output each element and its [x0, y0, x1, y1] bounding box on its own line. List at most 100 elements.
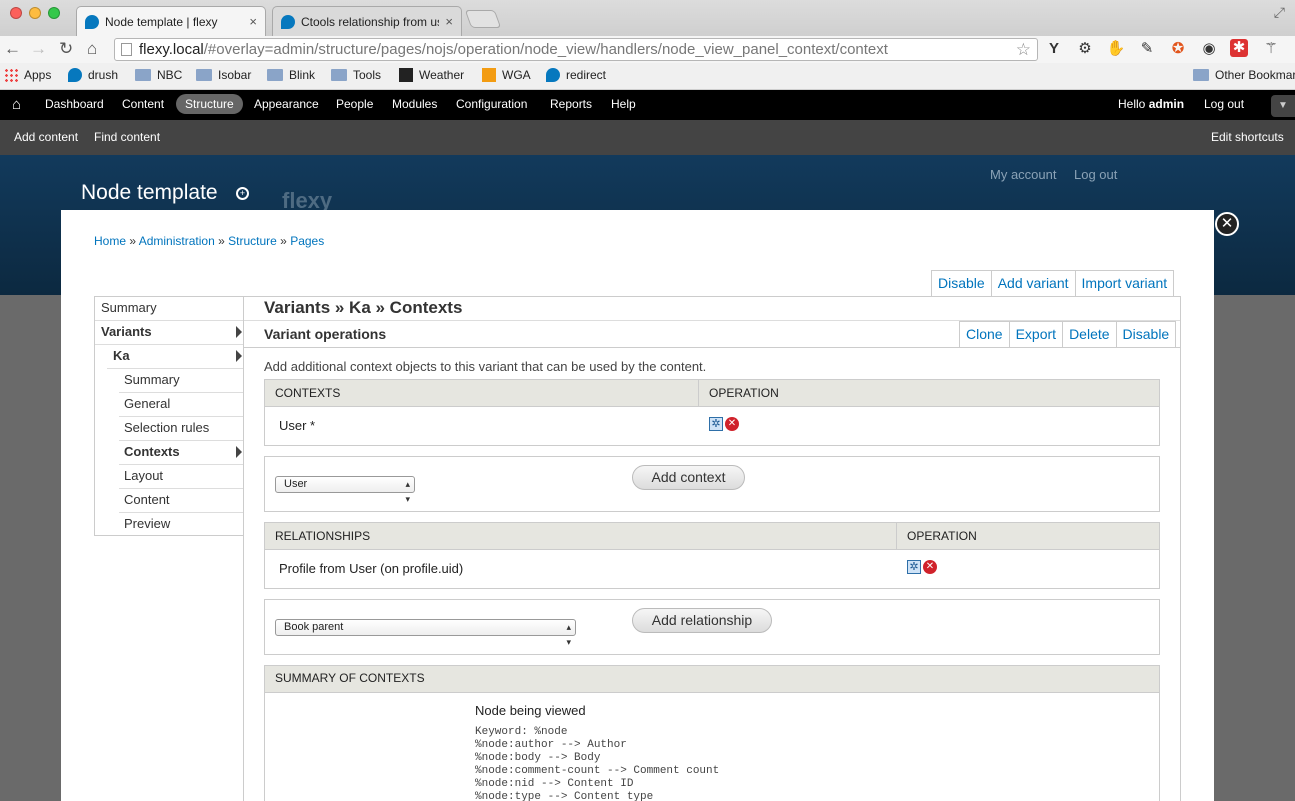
edit-shortcuts-link[interactable]: Edit shortcuts: [1211, 130, 1284, 144]
browser-tab-active[interactable]: Node template | flexy ×: [76, 6, 266, 36]
configure-gear-icon[interactable]: ✲: [907, 560, 921, 574]
export-button[interactable]: Export: [1008, 322, 1062, 347]
bookmark-tools[interactable]: Tools: [331, 68, 381, 82]
tab-close-icon[interactable]: ×: [445, 14, 453, 29]
bookmark-other[interactable]: Other Bookmarks: [1193, 68, 1295, 82]
logout-link[interactable]: Log out: [1204, 97, 1244, 111]
menu-configuration[interactable]: Configuration: [456, 97, 527, 111]
bookmark-star-icon[interactable]: ☆: [1016, 39, 1031, 60]
clone-button[interactable]: Clone: [960, 322, 1009, 347]
bookmark-apps[interactable]: Apps: [4, 68, 51, 82]
vtab-layout[interactable]: Layout: [119, 465, 244, 489]
menu-modules[interactable]: Modules: [392, 97, 437, 111]
bookmark-blink[interactable]: Blink: [267, 68, 315, 82]
relationship-type-select[interactable]: Book parent ▴ ▾: [275, 619, 576, 647]
browser-tabstrip: Node template | flexy × Ctools relations…: [0, 0, 1295, 36]
vtab-summary[interactable]: Summary: [95, 297, 244, 321]
menu-dashboard[interactable]: Dashboard: [45, 97, 104, 111]
hand-extension-icon[interactable]: ✋: [1106, 39, 1126, 59]
browser-tab[interactable]: Ctools relationship from us ×: [272, 6, 462, 36]
disable-variant-button[interactable]: Disable: [1115, 322, 1176, 347]
tab-title: Ctools relationship from us: [301, 14, 440, 29]
vtab-content[interactable]: Content: [119, 489, 244, 513]
overlay-title: Node template: [81, 181, 218, 204]
menu-appearance[interactable]: Appearance: [254, 97, 319, 111]
bookmark-isobar[interactable]: Isobar: [196, 68, 251, 82]
bookmark-redirect[interactable]: redirect: [546, 68, 606, 82]
remove-icon[interactable]: ✕: [725, 417, 739, 431]
folder-icon: [196, 69, 212, 81]
admin-toolbar: ⌂ Dashboard Content Structure Appearance…: [0, 90, 1295, 120]
menu-help[interactable]: Help: [611, 97, 636, 111]
breadcrumb: Home » Administration » Structure » Page…: [94, 234, 325, 248]
my-account-link[interactable]: My account: [990, 167, 1056, 182]
menu-content[interactable]: Content: [122, 97, 164, 111]
menu-extension-icon[interactable]: ⚚: [1261, 39, 1281, 59]
zoom-window-button[interactable]: [48, 7, 60, 19]
shortcuts-toggle-icon[interactable]: ▼: [1271, 95, 1295, 117]
menu-people[interactable]: People: [336, 97, 373, 111]
vtab-preview[interactable]: Preview: [119, 513, 244, 537]
stumbleupon-extension-icon[interactable]: ✪: [1168, 39, 1188, 59]
settings-extension-icon[interactable]: ⚙: [1075, 39, 1095, 59]
new-tab-button[interactable]: [464, 10, 502, 28]
forward-arrow-icon[interactable]: →: [30, 39, 47, 59]
menu-reports[interactable]: Reports: [550, 97, 592, 111]
vtab-selection-rules[interactable]: Selection rules: [119, 417, 244, 441]
url-path: /#overlay=admin/structure/pages/nojs/ope…: [203, 41, 888, 58]
reload-icon[interactable]: ↻: [59, 39, 73, 59]
summary-line: %node:body --> Body: [475, 752, 601, 764]
home-icon[interactable]: ⌂: [12, 96, 21, 113]
fullscreen-icon[interactable]: ⤢: [1274, 4, 1285, 21]
eyedropper-extension-icon[interactable]: ✎: [1137, 39, 1157, 59]
breadcrumb-pages[interactable]: Pages: [290, 234, 324, 248]
vtab-contexts[interactable]: Contexts: [119, 441, 244, 465]
user-greeting: Hello admin: [1118, 97, 1185, 111]
browser-toolbar: ← → ↻ ⌂ flexy.local/#overlay=admin/struc…: [0, 36, 1295, 63]
page-icon: [121, 43, 132, 56]
variant-operations: Clone Export Delete Disable: [959, 321, 1177, 347]
summary-heading: SUMMARY OF CONTEXTS: [275, 671, 425, 685]
bookmark-drush[interactable]: drush: [68, 68, 118, 82]
add-variant-button[interactable]: Add variant: [990, 271, 1075, 296]
shortcut-find-content[interactable]: Find content: [94, 130, 160, 144]
lastpass-extension-icon[interactable]: ✱: [1230, 39, 1248, 57]
bookmark-wga[interactable]: WGA: [482, 68, 531, 82]
bg-logout-link[interactable]: Log out: [1074, 167, 1117, 182]
delete-button[interactable]: Delete: [1062, 322, 1115, 347]
disable-page-button[interactable]: Disable: [932, 271, 991, 296]
yslow-extension-icon[interactable]: Y: [1044, 39, 1064, 59]
overlay-close-button[interactable]: ✕: [1215, 212, 1239, 236]
back-arrow-icon[interactable]: ←: [4, 39, 21, 59]
summary-line: %node:author --> Author: [475, 739, 627, 751]
breadcrumb-administration[interactable]: Administration: [139, 234, 215, 248]
breadcrumb-home[interactable]: Home: [94, 234, 126, 248]
folder-icon: [267, 69, 283, 81]
remove-icon[interactable]: ✕: [923, 560, 937, 574]
breadcrumb-structure[interactable]: Structure: [228, 234, 277, 248]
color-extension-icon[interactable]: ◉: [1199, 39, 1219, 59]
vtab-variant-summary[interactable]: Summary: [119, 369, 244, 393]
username[interactable]: admin: [1149, 97, 1184, 111]
shortcut-add-content[interactable]: Add content: [14, 130, 78, 144]
add-relationship-button[interactable]: Add relationship: [632, 608, 772, 633]
vtab-variants[interactable]: Variants: [95, 321, 244, 345]
bookmark-nbc[interactable]: NBC: [135, 68, 182, 82]
menu-structure[interactable]: Structure: [176, 94, 243, 114]
address-bar[interactable]: flexy.local/#overlay=admin/structure/pag…: [114, 38, 1038, 61]
shortcut-add-icon[interactable]: +: [236, 187, 249, 200]
bookmarks-bar: Apps drush NBC Isobar Blink Tools Weathe…: [0, 63, 1295, 90]
vtab-general[interactable]: General: [119, 393, 244, 417]
add-context-button[interactable]: Add context: [632, 465, 745, 490]
home-icon[interactable]: ⌂: [87, 39, 97, 59]
vertical-tabs: Summary Variants Ka Summary General Sele…: [94, 296, 244, 536]
close-window-button[interactable]: [10, 7, 22, 19]
minimize-window-button[interactable]: [29, 7, 41, 19]
tab-close-icon[interactable]: ×: [249, 14, 257, 29]
vtab-ka[interactable]: Ka: [107, 345, 244, 369]
context-type-select[interactable]: User ▴ ▾: [275, 476, 415, 504]
import-variant-button[interactable]: Import variant: [1074, 271, 1174, 296]
page-operations: Disable Add variant Import variant: [931, 270, 1175, 296]
configure-gear-icon[interactable]: ✲: [709, 417, 723, 431]
bookmark-weather[interactable]: Weather: [399, 68, 464, 82]
